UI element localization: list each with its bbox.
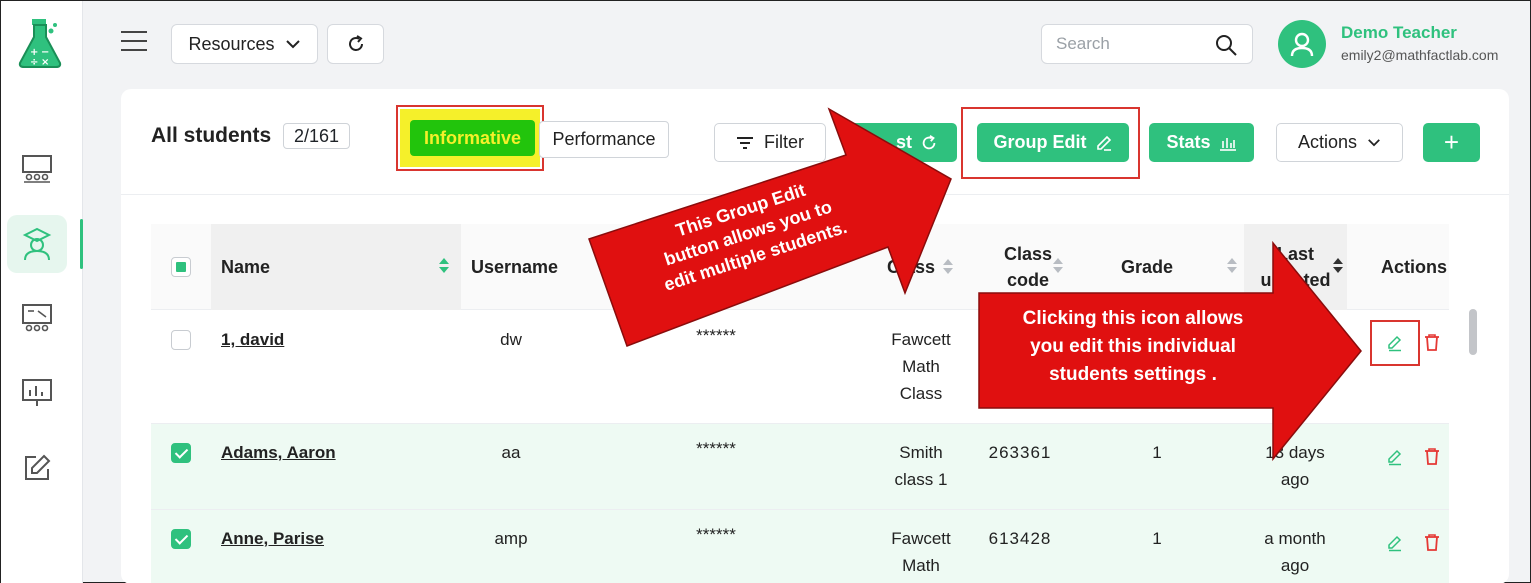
annotation-arrows <box>588 107 1362 462</box>
icon-callout-text: Clicking this icon allows you edit this … <box>1022 308 1244 385</box>
